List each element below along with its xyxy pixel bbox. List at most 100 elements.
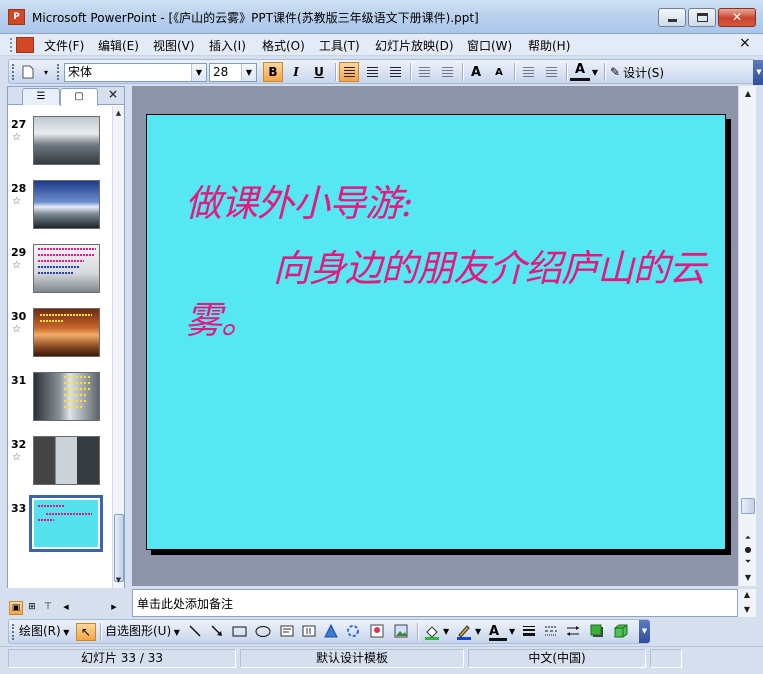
toolbar-grip[interactable] bbox=[12, 64, 15, 80]
slide-scrollbar[interactable]: ▲ ⏶ ● ⏷ ▼ bbox=[738, 86, 756, 586]
wordart-button[interactable] bbox=[323, 623, 341, 641]
new-document-icon[interactable] bbox=[18, 62, 38, 82]
select-browse-object-icon[interactable]: ● bbox=[741, 544, 755, 556]
current-slide[interactable]: 做课外小导游: 向身边的朋友介绍庐山的云雾。 bbox=[146, 114, 726, 550]
menu-help[interactable]: 帮助(H) bbox=[528, 37, 570, 53]
clip-art-button[interactable] bbox=[369, 623, 387, 641]
line-style-button[interactable] bbox=[521, 623, 539, 641]
document-close-button[interactable]: × bbox=[739, 35, 751, 51]
chevron-down-icon[interactable]: ▼ bbox=[191, 64, 206, 81]
slide-thumbnail-31[interactable]: 31 bbox=[8, 364, 112, 424]
menu-edit[interactable]: 编辑(E) bbox=[98, 37, 139, 53]
slide-thumbnail-image[interactable] bbox=[33, 436, 100, 485]
close-button[interactable]: ✕ bbox=[718, 8, 756, 27]
normal-view-button[interactable]: ▣ bbox=[9, 601, 23, 615]
scroll-left-icon[interactable]: ◀ bbox=[59, 601, 73, 615]
design-button[interactable]: ✎ 设计(S) bbox=[610, 62, 680, 82]
notes-pane[interactable]: 单击此处添加备注 bbox=[132, 589, 738, 617]
tab-outline[interactable]: ☰ bbox=[22, 88, 60, 105]
arrow-button[interactable] bbox=[209, 623, 227, 641]
chevron-down-icon[interactable]: ▼ bbox=[443, 623, 449, 641]
rectangle-button[interactable] bbox=[231, 623, 249, 641]
drawing-font-color-button[interactable]: A bbox=[489, 623, 507, 641]
toolbar-overflow-icon[interactable]: ▼ bbox=[639, 620, 650, 643]
slide-thumbnail-image[interactable] bbox=[34, 500, 98, 547]
scrollbar-thumb[interactable] bbox=[741, 498, 755, 514]
decrease-font-size-button[interactable]: A bbox=[489, 62, 509, 82]
slide-thumbnail-image[interactable] bbox=[33, 308, 100, 357]
toolbar-grip[interactable] bbox=[12, 624, 15, 640]
toolbar-overflow-icon[interactable]: ▼ bbox=[753, 60, 763, 85]
slide-thumbnail-image[interactable] bbox=[33, 372, 100, 421]
font-color-button[interactable]: A bbox=[570, 61, 590, 81]
dash-style-button[interactable] bbox=[543, 623, 561, 641]
document-icon[interactable] bbox=[16, 37, 34, 53]
design-template-status[interactable]: 默认设计模板 bbox=[240, 649, 464, 668]
chevron-down-icon[interactable]: ▼ bbox=[509, 623, 515, 641]
scroll-down-icon[interactable]: ▼ bbox=[741, 572, 755, 584]
scroll-up-icon[interactable]: ▲ bbox=[740, 589, 754, 601]
slide-thumbnail-image[interactable] bbox=[33, 244, 100, 293]
fill-color-button[interactable] bbox=[423, 623, 443, 641]
chevron-down-icon[interactable]: ▼ bbox=[241, 64, 256, 81]
menu-insert[interactable]: 插入(I) bbox=[209, 37, 246, 53]
slideshow-view-button[interactable]: ⊤ bbox=[41, 601, 55, 615]
slide-thumbnail-28[interactable]: 28 ☆ bbox=[8, 172, 112, 232]
next-slide-icon[interactable]: ⏷ bbox=[741, 556, 755, 568]
minimize-button[interactable] bbox=[658, 8, 686, 27]
scrollbar-thumb[interactable] bbox=[114, 514, 124, 582]
notes-scrollbar[interactable]: ▲ ▼ bbox=[738, 589, 756, 617]
increase-font-size-button[interactable]: A bbox=[466, 62, 486, 82]
selected-slide-frame[interactable] bbox=[29, 495, 103, 552]
font-name-select[interactable]: 宋体 ▼ bbox=[64, 63, 207, 82]
align-left-button[interactable] bbox=[339, 62, 359, 82]
slide-thumbnail-29[interactable]: 29 ☆ bbox=[8, 236, 112, 296]
slide-thumbnail-image[interactable] bbox=[33, 180, 100, 229]
scroll-right-icon[interactable]: ▶ bbox=[107, 601, 121, 615]
slide-thumbnail-32[interactable]: 32 ☆ bbox=[8, 428, 112, 488]
slide-thumbnails-list[interactable]: 27 ☆ 28 ☆ 29 ☆ 30 ☆ 31 32 ☆ 33 bbox=[8, 106, 112, 588]
select-objects-button[interactable]: ↖ bbox=[76, 623, 96, 641]
decrease-indent-button[interactable] bbox=[518, 62, 538, 82]
slide-thumbnail-33[interactable]: 33 bbox=[8, 492, 112, 562]
numbering-button[interactable] bbox=[414, 62, 434, 82]
previous-slide-icon[interactable]: ⏶ bbox=[741, 532, 755, 544]
autoshapes-menu-button[interactable]: 自选图形(U) ▼ bbox=[105, 623, 180, 641]
panel-close-button[interactable]: × bbox=[108, 87, 118, 101]
slide-title[interactable]: 做课外小导游: bbox=[185, 173, 413, 227]
menu-slideshow[interactable]: 幻灯片放映(D) bbox=[375, 37, 454, 53]
shadow-style-button[interactable] bbox=[589, 623, 607, 641]
tab-slides[interactable]: ▢ bbox=[60, 88, 98, 106]
powerpoint-app-icon[interactable]: P bbox=[8, 9, 25, 25]
maximize-button[interactable] bbox=[688, 8, 716, 27]
notes-placeholder[interactable]: 单击此处添加备注 bbox=[137, 595, 233, 612]
slide-thumbnail-27[interactable]: 27 ☆ bbox=[8, 108, 112, 168]
underline-button[interactable]: U bbox=[309, 62, 329, 82]
menu-window[interactable]: 窗口(W) bbox=[467, 37, 512, 53]
3d-style-button[interactable] bbox=[613, 623, 631, 641]
scroll-up-icon[interactable]: ▲ bbox=[113, 108, 124, 119]
slide-thumbnail-image[interactable] bbox=[33, 116, 100, 165]
toolbar-grip[interactable] bbox=[57, 64, 60, 80]
toolbar-grip[interactable] bbox=[10, 38, 13, 52]
line-button[interactable] bbox=[187, 623, 205, 641]
thumbnails-scrollbar[interactable]: ▲ ▼ bbox=[112, 106, 124, 588]
increase-indent-button[interactable] bbox=[541, 62, 561, 82]
vertical-text-box-button[interactable] bbox=[301, 623, 319, 641]
text-box-button[interactable] bbox=[279, 623, 297, 641]
menu-tools[interactable]: 工具(T) bbox=[319, 37, 360, 53]
menu-format[interactable]: 格式(O) bbox=[262, 37, 305, 53]
chevron-down-icon[interactable]: ▼ bbox=[475, 623, 481, 641]
draw-menu-button[interactable]: 绘图(R) ▼ bbox=[19, 623, 69, 641]
toolbar-options-icon[interactable]: ▾ bbox=[41, 62, 51, 82]
scroll-down-icon[interactable]: ▼ bbox=[113, 575, 124, 586]
bold-button[interactable]: B bbox=[263, 62, 283, 82]
slide-thumbnail-30[interactable]: 30 ☆ bbox=[8, 300, 112, 360]
arrow-style-button[interactable] bbox=[565, 623, 583, 641]
insert-picture-button[interactable] bbox=[393, 623, 411, 641]
chevron-down-icon[interactable]: ▼ bbox=[590, 62, 600, 82]
italic-button[interactable]: I bbox=[286, 62, 306, 82]
menu-file[interactable]: 文件(F) bbox=[44, 37, 84, 53]
menu-view[interactable]: 视图(V) bbox=[153, 37, 195, 53]
line-color-button[interactable] bbox=[455, 623, 475, 641]
